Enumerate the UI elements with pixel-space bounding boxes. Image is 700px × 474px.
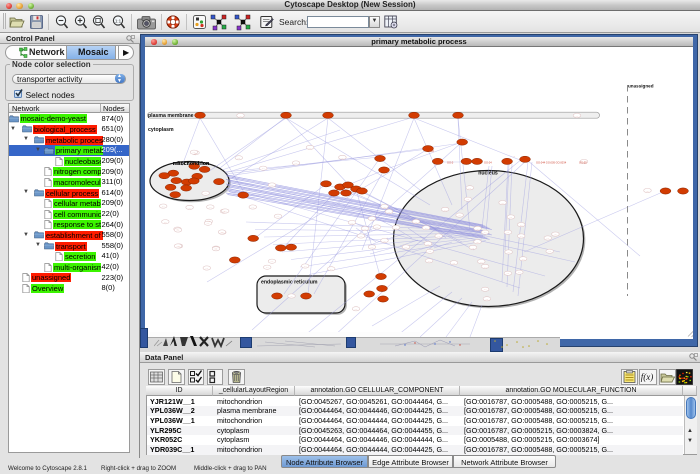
svg-text:....: .... (355, 308, 358, 311)
svg-text:unassigned: unassigned (628, 84, 654, 89)
svg-text:....: .... (507, 231, 510, 234)
svg-text:....: .... (277, 215, 280, 218)
svg-text:....: .... (472, 246, 475, 249)
svg-text:....: .... (444, 208, 447, 211)
svg-text:....: .... (215, 248, 218, 251)
svg-text:GO:044 GO:005 GO:0034: GO:044 GO:005 GO:0034 (536, 160, 567, 164)
svg-text:....: .... (351, 221, 354, 224)
svg-text:....: .... (371, 217, 374, 220)
svg-text:....: .... (468, 187, 471, 190)
svg-text:....: .... (207, 222, 210, 225)
svg-text:GO:05: GO:05 (579, 160, 587, 164)
svg-text:....: .... (415, 220, 418, 223)
svg-text:....: .... (193, 151, 196, 154)
svg-text:....: .... (304, 265, 307, 268)
svg-text:f(x): f(x) (641, 372, 654, 382)
svg-text:....: .... (360, 235, 363, 238)
svg-text:....: .... (427, 243, 430, 246)
svg-text:....: .... (428, 260, 431, 263)
svg-text:....: .... (467, 198, 470, 201)
svg-text:....: .... (484, 231, 487, 234)
svg-text:....: .... (295, 162, 298, 165)
svg-text:....: .... (510, 216, 513, 219)
svg-text:....: .... (388, 210, 391, 213)
svg-text:...: ... (513, 155, 515, 158)
svg-text:GO: GO (430, 149, 434, 153)
svg-text:....: .... (437, 235, 440, 238)
svg-text:....: .... (646, 189, 649, 192)
svg-text:....: .... (364, 227, 367, 230)
svg-text:....: .... (164, 221, 167, 224)
svg-text:....: .... (383, 205, 386, 208)
svg-text:....: .... (205, 267, 208, 270)
svg-text:plasma membrane: plasma membrane (148, 113, 194, 119)
svg-text:....: .... (330, 268, 333, 271)
svg-text:....: .... (480, 260, 483, 263)
svg-text:....: .... (209, 206, 212, 209)
svg-text:....: .... (507, 272, 510, 275)
svg-text:....: .... (251, 206, 254, 209)
svg-text:....: .... (522, 258, 525, 261)
svg-text:....: .... (204, 192, 207, 195)
svg-text:....: .... (484, 265, 487, 268)
svg-text:....: .... (188, 206, 191, 209)
svg-text:....: .... (383, 239, 386, 242)
svg-text:....: .... (520, 224, 523, 227)
svg-text:....: .... (548, 250, 551, 253)
svg-text:....: .... (518, 271, 521, 274)
svg-text:....: .... (266, 266, 269, 269)
svg-text:....: .... (221, 231, 224, 234)
svg-text:....: .... (290, 295, 293, 298)
svg-text:....: .... (554, 233, 557, 236)
svg-text:....: .... (395, 226, 398, 229)
svg-text:....: .... (476, 241, 479, 244)
svg-text:....: .... (486, 298, 489, 301)
svg-text:....: .... (309, 146, 312, 149)
svg-text:cytoplasm: cytoplasm (148, 127, 174, 133)
svg-text:....: .... (271, 260, 274, 263)
svg-text:....: .... (224, 210, 227, 213)
svg-text:GO:04: GO:04 (484, 160, 492, 164)
svg-text:....: .... (520, 235, 523, 238)
svg-text:....: .... (405, 246, 408, 249)
svg-text:....: .... (376, 226, 379, 229)
svg-text:....: .... (162, 205, 165, 208)
svg-text:....: .... (546, 237, 549, 240)
svg-text:....: .... (371, 246, 374, 249)
svg-text:....: .... (239, 114, 242, 117)
svg-text:....: .... (507, 251, 510, 254)
svg-text:....: .... (262, 167, 265, 170)
svg-text:GO:0: GO:0 (447, 160, 454, 164)
svg-text:....: .... (484, 288, 487, 291)
svg-text:....: .... (453, 262, 456, 265)
svg-text:mitochondrion: mitochondrion (173, 161, 209, 167)
svg-text:....: .... (237, 157, 240, 160)
svg-text:....: .... (271, 184, 274, 187)
svg-text:....: .... (576, 114, 579, 117)
svg-text:....: .... (458, 214, 461, 217)
svg-text:....: .... (476, 227, 479, 230)
svg-text:....: .... (425, 227, 428, 230)
svg-text:....: .... (177, 245, 180, 248)
svg-text:....: .... (501, 202, 504, 205)
svg-text:....: .... (177, 229, 180, 232)
svg-text:....: .... (429, 250, 432, 253)
svg-text:....: .... (341, 156, 344, 159)
